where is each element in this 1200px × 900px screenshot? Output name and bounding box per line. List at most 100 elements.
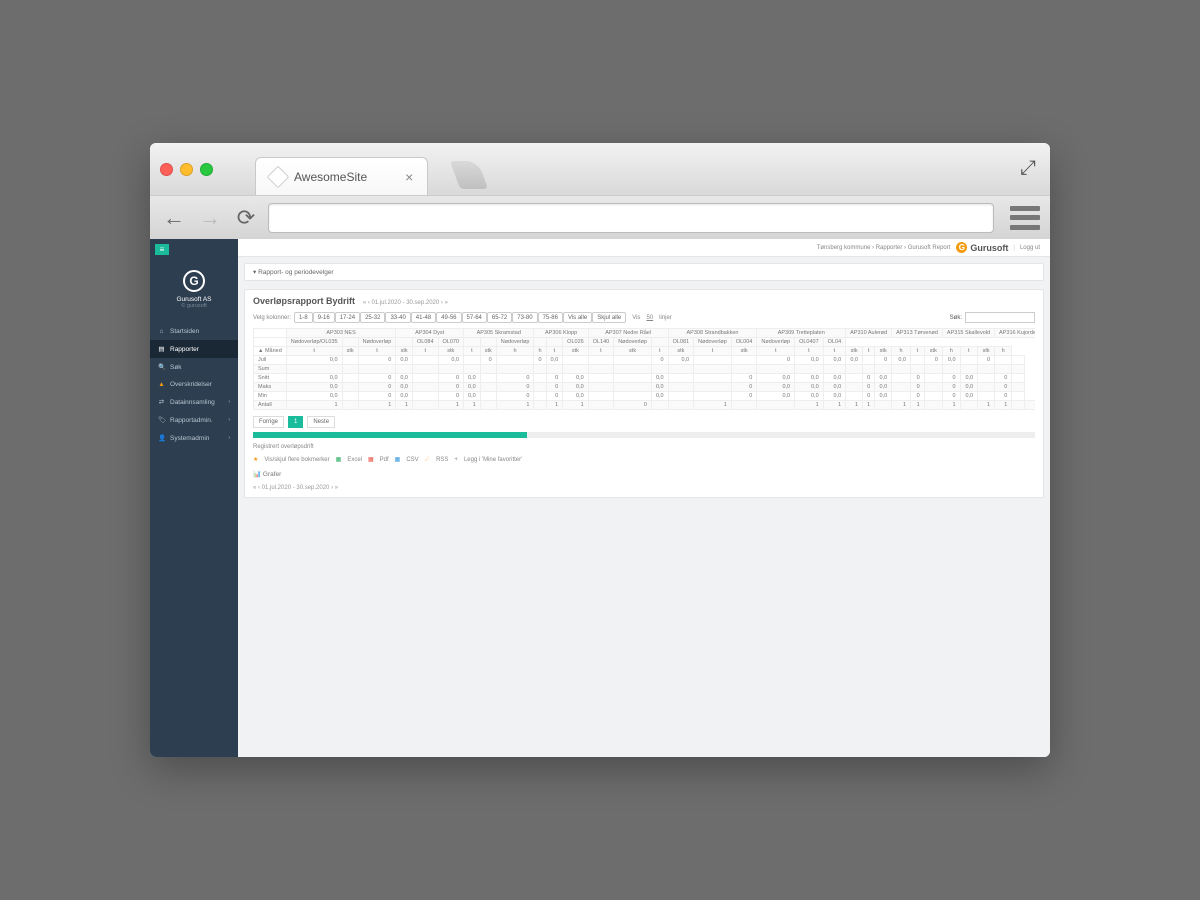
column-header[interactable]: t — [464, 347, 481, 356]
close-window-button[interactable] — [160, 163, 173, 176]
column-range-button[interactable]: 57-64 — [462, 312, 487, 323]
column-header[interactable]: stk — [438, 347, 464, 356]
table-cell — [668, 401, 694, 410]
maximize-window-button[interactable] — [200, 163, 213, 176]
sidebar-toggle-button[interactable]: ≡ — [155, 244, 169, 255]
column-header[interactable]: stk — [614, 347, 652, 356]
column-header[interactable]: stk — [731, 347, 757, 356]
column-range-button[interactable]: 65-72 — [487, 312, 512, 323]
column-header[interactable]: t — [960, 347, 978, 356]
column-range-button[interactable]: 1-8 — [294, 312, 313, 323]
table-cell: 1 — [438, 401, 464, 410]
row-label: Antall — [254, 401, 287, 410]
next-page-button[interactable]: Neste — [307, 416, 335, 428]
column-header[interactable]: t — [795, 347, 824, 356]
column-header[interactable]: h — [892, 347, 911, 356]
column-header[interactable]: t — [823, 347, 845, 356]
reload-button[interactable]: ⟳ — [232, 204, 260, 232]
search-input[interactable] — [965, 312, 1035, 323]
nav-label: Rapporter — [170, 346, 199, 353]
sidebar-item-systemadmin[interactable]: 👤Systemadmin› — [150, 429, 238, 447]
column-range-button[interactable]: 9-16 — [313, 312, 335, 323]
column-header[interactable]: t — [911, 347, 925, 356]
column-header[interactable]: t — [588, 347, 614, 356]
grafer-section[interactable]: 📊 Grafer — [253, 470, 1035, 478]
column-header[interactable]: stk — [846, 347, 863, 356]
column-range-button[interactable]: 41-48 — [411, 312, 436, 323]
footer-date-nav[interactable]: « ‹ 01.jul.2020 - 30.sep.2020 › » — [253, 485, 1035, 491]
prev-page-button[interactable]: Forrige — [253, 416, 284, 428]
column-header[interactable]: stk — [563, 347, 589, 356]
column-header[interactable]: t — [651, 347, 668, 356]
column-header[interactable]: t — [694, 347, 732, 356]
sidebar-item-rapporter[interactable]: ▤Rapporter — [150, 340, 238, 358]
column-range-button[interactable]: Skjul alle — [592, 312, 626, 323]
sidebar-item-datainnsamling[interactable]: ⇄Datainnsamling› — [150, 393, 238, 411]
page-1-button[interactable]: 1 — [288, 416, 303, 428]
column-header[interactable]: stk — [875, 347, 892, 356]
back-button[interactable]: ← — [160, 204, 188, 232]
add-favorite-link[interactable]: Legg i 'Mine favoritter' — [464, 457, 522, 463]
column-range-button[interactable]: 73-80 — [512, 312, 537, 323]
browser-tab[interactable]: AwesomeSite × — [255, 157, 428, 195]
column-header[interactable]: t — [757, 347, 795, 356]
column-header[interactable]: stk — [924, 347, 942, 356]
column-header[interactable]: h — [995, 347, 1012, 356]
report-table-container[interactable]: AP303 NESAP304 DystAP305 SkramstadAP306 … — [253, 328, 1035, 410]
column-range-button[interactable]: 17-24 — [335, 312, 360, 323]
sub-header — [651, 338, 668, 347]
date-range-navigator[interactable]: « ‹ 01.jul.2020 - 30.sep.2020 › » — [363, 300, 448, 306]
table-cell: 0 — [995, 374, 1012, 383]
address-bar[interactable] — [268, 203, 994, 233]
toggle-bookmarks-link[interactable]: Vis/skjul flere bokmerker — [264, 457, 329, 463]
column-header[interactable]: t — [358, 347, 396, 356]
column-header[interactable]: t — [413, 347, 439, 356]
table-cell: 0,0 — [757, 383, 795, 392]
forward-button[interactable]: → — [196, 204, 224, 232]
column-range-button[interactable]: 25-32 — [360, 312, 385, 323]
column-range-button[interactable]: Vis alle — [563, 312, 592, 323]
table-cell — [651, 365, 668, 374]
table-cell — [534, 392, 546, 401]
column-header[interactable]: stk — [978, 347, 995, 356]
company-name: Gurusoft AS — [155, 296, 233, 303]
sidebar-item-overskridelser[interactable]: ▲Overskridelser — [150, 376, 238, 393]
column-header[interactable]: stk — [396, 347, 413, 356]
column-header[interactable]: t — [286, 347, 342, 356]
sidebar-item-startsiden[interactable]: ⌂Startsiden — [150, 323, 238, 340]
table-cell: 0 — [995, 392, 1012, 401]
export-pdf-link[interactable]: Pdf — [380, 457, 389, 463]
column-header[interactable]: ▲ Måned — [254, 347, 287, 356]
column-header[interactable]: t — [863, 347, 875, 356]
column-header[interactable]: h — [942, 347, 960, 356]
new-tab-button[interactable] — [450, 161, 488, 189]
column-header[interactable]: t — [546, 347, 563, 356]
column-range-button[interactable]: 33-40 — [385, 312, 410, 323]
table-cell: 0,0 — [563, 392, 589, 401]
nav-icon: ⇄ — [158, 398, 165, 406]
column-header[interactable]: h — [496, 347, 534, 356]
column-header[interactable]: h — [534, 347, 546, 356]
column-header[interactable]: stk — [342, 347, 358, 356]
minimize-window-button[interactable] — [180, 163, 193, 176]
vis-value[interactable]: 50 — [646, 315, 653, 321]
table-cell: 0,0 — [795, 392, 824, 401]
browser-menu-button[interactable] — [1010, 206, 1040, 230]
export-csv-link[interactable]: CSV — [406, 457, 418, 463]
sub-header: OL081 — [668, 338, 694, 347]
logout-link[interactable]: Logg ut — [1020, 245, 1040, 251]
column-range-button[interactable]: 49-56 — [436, 312, 461, 323]
close-tab-icon[interactable]: × — [405, 169, 413, 185]
horizontal-scrollbar[interactable] — [253, 432, 1035, 438]
table-cell: 1 — [795, 401, 824, 410]
table-cell — [668, 383, 694, 392]
fullscreen-icon[interactable]: ⤢ — [1020, 157, 1036, 180]
report-period-selector-panel[interactable]: ▾ Rapport- og periodevelger — [244, 263, 1044, 281]
sidebar-item-sk[interactable]: 🔍Søk — [150, 358, 238, 376]
export-rss-link[interactable]: RSS — [436, 457, 448, 463]
sidebar-item-rapportadmin[interactable]: 🏷Rapportadmin.› — [150, 411, 238, 429]
column-header[interactable]: stk — [480, 347, 496, 356]
column-range-button[interactable]: 75-86 — [538, 312, 563, 323]
column-header[interactable]: stk — [668, 347, 694, 356]
export-excel-link[interactable]: Excel — [347, 457, 362, 463]
